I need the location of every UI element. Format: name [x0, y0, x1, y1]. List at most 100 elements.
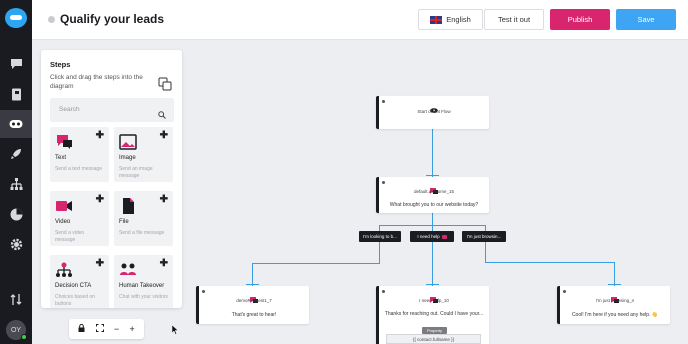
connector-line	[252, 263, 380, 264]
settings-gear-icon[interactable]	[0, 230, 32, 258]
step-card-decision-cta[interactable]: ✚ Decision CTA Choices based on buttons	[50, 255, 109, 308]
add-step-icon[interactable]: ✚	[160, 195, 168, 205]
choice-label: I'm looking to b...	[363, 234, 397, 239]
emoji-icon	[441, 234, 447, 239]
flow-canvas[interactable]: Start of Bot Flow default.welcome_15 Wha…	[188, 41, 688, 344]
left-nav-rail: OY	[0, 0, 32, 344]
reports-icon[interactable]	[0, 200, 32, 228]
connector-line	[485, 242, 486, 263]
publish-button[interactable]: Publish	[550, 9, 610, 30]
node-handle-dot	[563, 290, 566, 293]
image-icon	[119, 134, 137, 155]
avatar-initials: OY	[10, 326, 22, 334]
node-name: I need help_10	[419, 298, 449, 303]
test-it-out-button[interactable]: Test it out	[484, 9, 544, 30]
add-step-icon[interactable]: ✚	[96, 195, 104, 205]
language-label: English	[446, 15, 471, 24]
connector-line	[432, 213, 433, 225]
add-step-icon[interactable]: ✚	[160, 131, 168, 141]
node-message: Thanks for reaching out. Could I have yo…	[384, 311, 484, 317]
flow-node-welcome[interactable]: default.welcome_15 What brought you to o…	[376, 177, 489, 213]
step-card-video[interactable]: ✚ Video Send a video message	[50, 191, 109, 246]
page-title: Qualify your leads	[60, 12, 165, 26]
step-card-text[interactable]: ✚ Text Send a text message	[50, 127, 109, 182]
step-card-human-takeover[interactable]: ✚ Human Takeover Chat with your visitors	[114, 255, 173, 308]
file-icon	[119, 198, 137, 219]
people-icon	[119, 262, 137, 283]
node-message: What brought you to our website today?	[389, 202, 479, 208]
flow-node-need-help[interactable]: I need help_10 Thanks for reaching out. …	[376, 286, 489, 344]
uk-flag-icon	[430, 15, 443, 24]
bot-icon[interactable]	[0, 110, 32, 138]
app-logo[interactable]	[5, 8, 27, 28]
search-placeholder: Search	[59, 106, 80, 113]
steps-title: Steps	[50, 60, 71, 69]
card-label: Human Takeover	[119, 283, 165, 289]
node-message: That's great to hear!	[231, 312, 277, 318]
choice-chip[interactable]: I'm just browsin...	[462, 231, 506, 242]
choice-chip[interactable]: I need help	[410, 231, 454, 242]
node-handle-dot	[382, 290, 385, 293]
steps-description: Click and drag the steps into the diagra…	[50, 74, 143, 90]
tree-icon	[55, 262, 73, 283]
node-name: demoRequest1_7	[236, 298, 272, 303]
chat-icon	[55, 134, 73, 155]
steps-panel: Steps Click and drag the steps into the …	[41, 50, 182, 308]
flow-node-demo-request[interactable]: demoRequest1_7 That's great to hear!	[196, 286, 309, 324]
card-desc: Send a video message	[55, 230, 85, 243]
step-card-file[interactable]: ✚ File Send a file message	[114, 191, 173, 246]
card-label: Decision CTA	[55, 283, 92, 289]
search-icon	[158, 106, 166, 124]
card-label: Text	[55, 155, 67, 161]
add-step-icon[interactable]: ✚	[96, 131, 104, 141]
node-name: I'm just browsing_n	[595, 298, 635, 303]
node-name: default.welcome_15	[413, 189, 455, 194]
card-desc: Send a file message	[119, 230, 165, 236]
save-button[interactable]: Save	[616, 9, 676, 30]
card-desc: Chat with your visitors	[119, 294, 168, 300]
flow-node-start[interactable]: Start of Bot Flow	[376, 96, 489, 129]
node-name: Start of Bot Flow	[417, 109, 451, 114]
rocket-icon[interactable]	[0, 140, 32, 168]
connector-line	[426, 175, 439, 176]
connector-line	[426, 284, 439, 285]
node-handle-dot	[202, 290, 205, 293]
top-header: Qualify your leads English Test it out P…	[32, 0, 688, 40]
connector-line	[432, 129, 433, 177]
steps-search-input[interactable]: Search	[50, 98, 174, 122]
sort-arrows-icon[interactable]	[0, 285, 32, 313]
card-label: Image	[119, 155, 136, 161]
conversations-icon[interactable]	[0, 50, 32, 78]
online-status-dot	[21, 334, 27, 340]
zoom-in-button[interactable]: +	[130, 324, 135, 334]
connector-line	[485, 262, 614, 263]
status-dot	[48, 16, 55, 23]
choice-label: I need help	[417, 234, 440, 239]
add-step-icon[interactable]: ✚	[96, 259, 104, 269]
mouse-cursor-icon	[171, 322, 179, 340]
user-avatar[interactable]: OY	[6, 320, 27, 340]
connector-line	[246, 284, 259, 285]
card-label: Video	[55, 219, 71, 225]
hierarchy-icon[interactable]	[0, 170, 32, 198]
connector-line	[608, 284, 621, 285]
card-label: File	[119, 219, 129, 225]
zoom-out-button[interactable]: −	[114, 324, 119, 334]
copy-icon[interactable]	[158, 77, 172, 96]
language-selector[interactable]: English	[418, 9, 483, 30]
choice-label: I'm just browsin...	[466, 234, 502, 239]
add-step-icon[interactable]: ✚	[160, 259, 168, 269]
connector-line	[379, 242, 380, 264]
card-desc: Choices based on buttons	[55, 294, 96, 307]
node-handle-dot	[382, 181, 385, 184]
card-desc: Send a text message	[55, 166, 102, 172]
node-message: Cool! I'm here if you need any help. 👋	[571, 312, 659, 318]
flow-node-just-browsing[interactable]: I'm just browsing_n Cool! I'm here if yo…	[557, 286, 670, 324]
contacts-book-icon[interactable]	[0, 80, 32, 108]
property-value-field[interactable]: {{ contact.fullname }}	[386, 334, 481, 344]
step-card-image[interactable]: ✚ Image Send an image message	[114, 127, 173, 182]
choice-chip[interactable]: I'm looking to b...	[359, 231, 401, 242]
fit-view-icon[interactable]	[95, 324, 104, 334]
property-chip: Property	[422, 327, 447, 334]
lock-icon[interactable]	[78, 323, 85, 334]
